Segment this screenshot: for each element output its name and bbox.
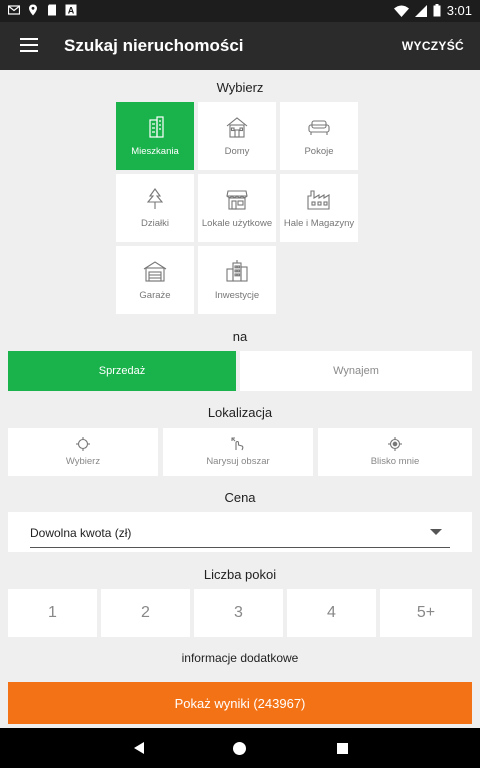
additional-info-title[interactable]: informacje dodatkowe: [0, 651, 480, 665]
wifi-icon: [393, 5, 409, 17]
rooms-option-4[interactable]: 4: [287, 589, 376, 637]
transaction-title: na: [232, 329, 248, 344]
gmail-icon: [8, 5, 20, 15]
property-type-houses[interactable]: Domy: [198, 102, 276, 170]
crosshair-icon: [76, 437, 90, 451]
location-option-label: Wybierz: [65, 456, 101, 467]
property-type-apartments[interactable]: Mieszkania: [116, 102, 194, 170]
location-icon: [29, 4, 37, 16]
city-buildings-icon: [226, 259, 248, 282]
draw-hand-icon: [231, 437, 244, 451]
location-title: Lokalizacja: [207, 405, 273, 420]
garage-icon: [143, 260, 167, 282]
menu-icon[interactable]: [20, 38, 38, 52]
factory-icon: [307, 189, 330, 210]
recent-apps-icon[interactable]: [337, 743, 348, 754]
battery-icon: [433, 4, 441, 17]
tile-label: Pokoje: [304, 145, 334, 157]
status-time: 3:01: [446, 3, 472, 18]
property-type-commercial[interactable]: Lokale użytkowe: [198, 174, 276, 242]
storefront-icon: [226, 189, 248, 210]
rooms-option-3[interactable]: 3: [194, 589, 283, 637]
my-location-icon: [388, 437, 402, 451]
font-icon: A: [65, 4, 77, 16]
property-type-investments[interactable]: Inwestycje: [198, 246, 276, 314]
apartment-building-icon: [149, 115, 164, 138]
dropdown-underline: [30, 547, 450, 548]
location-draw-area-button[interactable]: Narysuj obszar: [163, 428, 313, 476]
rooms-option-1[interactable]: 1: [8, 589, 97, 637]
rent-toggle[interactable]: Wynajem: [240, 351, 472, 391]
property-type-title: Wybierz: [216, 80, 264, 95]
tile-label: Mieszkania: [131, 145, 179, 157]
house-icon: [226, 116, 248, 138]
location-option-label: Narysuj obszar: [206, 456, 270, 467]
page-title: Szukaj nieruchomości: [64, 36, 244, 55]
location-near-me-button[interactable]: Blisko mnie: [318, 428, 472, 476]
rooms-option-2[interactable]: 2: [101, 589, 190, 637]
price-title: Cena: [224, 490, 256, 505]
tile-label: Lokale użytkowe: [201, 217, 273, 229]
tile-label: Działki: [141, 217, 169, 229]
navigation-bar: [0, 728, 480, 768]
tile-label: Garaże: [139, 289, 171, 301]
tree-icon: [146, 187, 164, 209]
sd-card-icon: [48, 4, 56, 16]
location-option-label: Blisko mnie: [370, 456, 420, 467]
back-icon[interactable]: [134, 742, 144, 754]
show-results-button[interactable]: Pokaż wyniki (243967): [8, 682, 472, 724]
svg-text:A: A: [68, 6, 75, 16]
sofa-icon: [308, 119, 330, 135]
status-bar: A 3:01: [0, 0, 480, 22]
location-choose-button[interactable]: Wybierz: [8, 428, 158, 476]
app-bar: Szukaj nieruchomości WYCZYŚĆ: [0, 22, 480, 70]
price-value: Dowolna kwota (zł): [30, 526, 132, 540]
property-type-rooms[interactable]: Pokoje: [280, 102, 358, 170]
sale-toggle[interactable]: Sprzedaż: [8, 351, 236, 391]
dropdown-arrow-icon: [430, 529, 442, 535]
tile-label: Hale i Magazyny: [283, 217, 355, 229]
tile-label: Domy: [224, 145, 250, 157]
tile-label: Inwestycje: [214, 289, 260, 301]
clear-button[interactable]: WYCZYŚĆ: [402, 39, 464, 53]
home-icon[interactable]: [233, 742, 246, 755]
rooms-option-5-plus[interactable]: 5+: [380, 589, 472, 637]
rooms-title: Liczba pokoi: [203, 567, 277, 582]
property-type-garages[interactable]: Garaże: [116, 246, 194, 314]
property-type-plots[interactable]: Działki: [116, 174, 194, 242]
signal-icon: [414, 4, 427, 17]
property-type-warehouses[interactable]: Hale i Magazyny: [280, 174, 358, 242]
price-dropdown[interactable]: Dowolna kwota (zł): [8, 512, 472, 552]
